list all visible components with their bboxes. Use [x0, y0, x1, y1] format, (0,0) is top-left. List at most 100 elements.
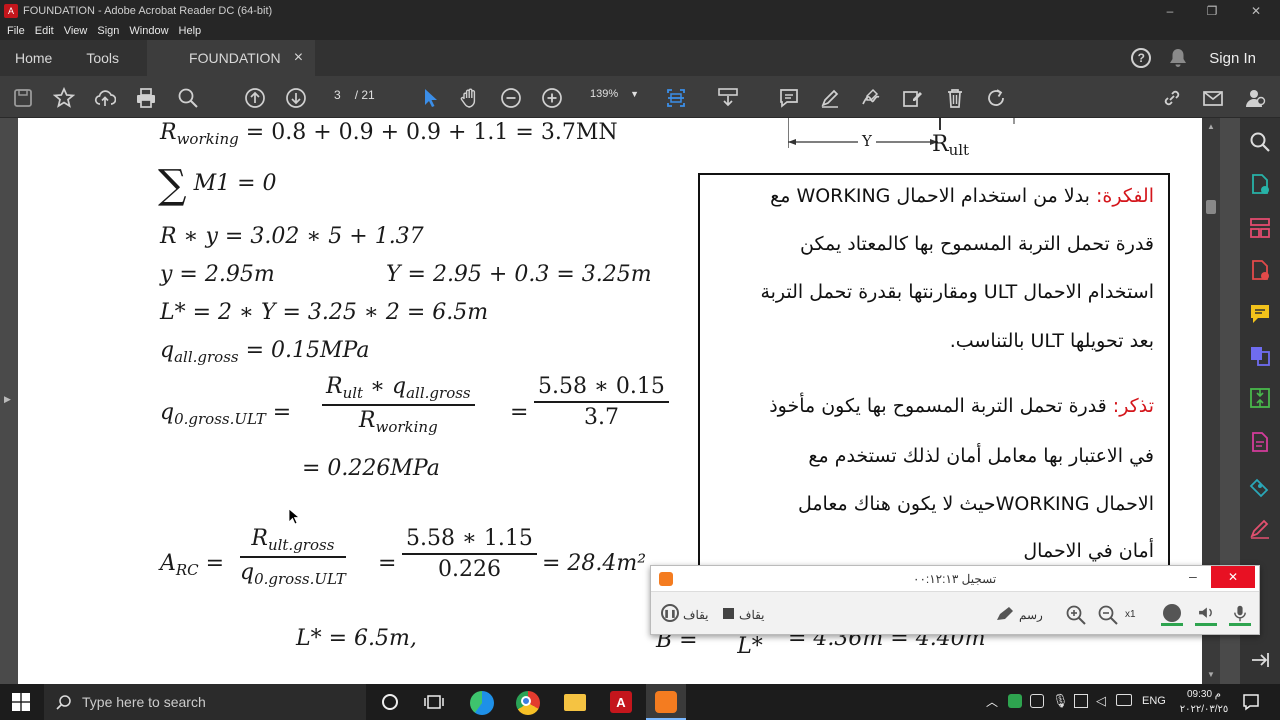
stamp-edit-icon[interactable]: [900, 86, 924, 110]
tray-network-icon[interactable]: [1030, 694, 1044, 708]
edit-pdf-icon[interactable]: [1248, 430, 1272, 454]
minimize-button[interactable]: –: [1150, 0, 1190, 22]
signature-pen-icon[interactable]: [1248, 516, 1272, 540]
scroll-down-icon[interactable]: ▼: [1207, 670, 1215, 679]
comment-icon[interactable]: [777, 86, 801, 110]
menu-view[interactable]: View: [64, 25, 88, 37]
eq7-denominator: Rworking: [322, 406, 475, 436]
microphone-icon[interactable]: [1229, 604, 1251, 626]
menu-edit[interactable]: Edit: [35, 25, 54, 37]
recorder-zoom-out-icon[interactable]: [1097, 604, 1119, 626]
scroll-up-icon[interactable]: ▲: [1207, 122, 1215, 131]
chrome-browser-icon[interactable]: [516, 691, 540, 715]
tray-mic-icon[interactable]: 🎙: [1052, 693, 1069, 709]
search-icon[interactable]: [176, 86, 200, 110]
edge-browser-icon[interactable]: [470, 691, 494, 715]
menu-window[interactable]: Window: [129, 25, 168, 37]
note-box: الفكرة: بدلا من استخدام الاحمال WORKING …: [698, 173, 1170, 593]
speaker-icon[interactable]: [1195, 604, 1217, 626]
stop-icon[interactable]: [723, 608, 734, 619]
tab-tools[interactable]: Tools: [67, 40, 147, 76]
eq9-lhs: A: [160, 551, 176, 576]
tray-chevron-up-icon[interactable]: ︿: [986, 693, 998, 710]
screen-recorder-widget[interactable]: تسجيل ٠٠:١٢:١٣ – ✕ ❚❚ يقاف يقاف رسم x1: [650, 565, 1260, 635]
tab-home[interactable]: Home: [0, 40, 67, 76]
organize-pages-icon[interactable]: [1248, 216, 1272, 240]
cortana-icon[interactable]: [382, 694, 398, 710]
menu-sign[interactable]: Sign: [97, 25, 119, 37]
bell-icon[interactable]: [1169, 48, 1187, 68]
print-icon[interactable]: [134, 86, 158, 110]
restore-button[interactable]: ❐: [1192, 0, 1232, 22]
file-explorer-icon[interactable]: [564, 694, 586, 711]
eq11-denominator: L*: [737, 634, 763, 659]
taskbar-clock[interactable]: 09:30 م ٢٠٢٢/٠٣/٢٥: [1176, 687, 1232, 717]
save-icon[interactable]: [11, 86, 35, 110]
recorder-taskbar-button[interactable]: [646, 684, 686, 720]
fill-sign-icon[interactable]: [1248, 474, 1272, 498]
zoom-in-icon[interactable]: [540, 86, 564, 110]
zoom-level-dropdown[interactable]: 139% ▼: [590, 88, 639, 100]
help-icon[interactable]: ?: [1131, 48, 1152, 68]
eq6-lhs: q: [160, 338, 175, 363]
share-user-icon[interactable]: [1243, 86, 1267, 110]
notification-center-icon[interactable]: [1242, 693, 1260, 711]
upload-cloud-icon[interactable]: [93, 86, 117, 110]
note-line-1-text: بدلا من استخدام الاحمال WORKING مع: [770, 185, 1090, 207]
tray-display-icon[interactable]: [1074, 694, 1088, 708]
bookmark-star-icon[interactable]: [52, 86, 76, 110]
zoom-search-icon[interactable]: [1248, 130, 1272, 154]
fit-page-icon[interactable]: [664, 86, 688, 110]
tray-battery-icon[interactable]: [1116, 694, 1132, 706]
recorder-zoom-in-icon[interactable]: [1065, 604, 1087, 626]
webcam-toggle[interactable]: [1161, 604, 1183, 626]
zoom-out-icon[interactable]: [499, 86, 523, 110]
tab-foundation[interactable]: FOUNDATION ×: [147, 40, 316, 76]
select-cursor-icon[interactable]: [418, 86, 442, 110]
windows-start-icon[interactable]: [12, 693, 30, 711]
tray-speaker-icon[interactable]: ◁: [1096, 693, 1106, 709]
export-pdf-icon[interactable]: [1248, 172, 1272, 196]
language-indicator[interactable]: ENG: [1142, 695, 1166, 707]
tray-app-icon[interactable]: [1008, 694, 1022, 708]
recorder-speed[interactable]: x1: [1125, 609, 1136, 620]
recorder-draw-label[interactable]: رسم: [1019, 608, 1043, 622]
eq-q0-lhs: q0.gross.ULT =: [160, 400, 292, 428]
redo-icon[interactable]: [984, 86, 1008, 110]
eq-y-small: y = 2.95m: [160, 262, 275, 287]
hand-pan-icon[interactable]: [458, 86, 482, 110]
task-view-icon[interactable]: [424, 693, 444, 711]
page-current-input[interactable]: 3: [334, 88, 341, 102]
page-up-icon[interactable]: [243, 86, 267, 110]
eq7-num-values: 5.58 ∗ 0.15: [534, 374, 669, 403]
compress-pdf-icon[interactable]: [1248, 386, 1272, 410]
combine-files-icon[interactable]: [1248, 344, 1272, 368]
recorder-minimize-button[interactable]: –: [1189, 568, 1197, 584]
acrobat-taskbar-icon[interactable]: A: [610, 691, 632, 713]
delete-trash-icon[interactable]: [943, 86, 967, 110]
page-down-icon[interactable]: [284, 86, 308, 110]
email-icon[interactable]: [1201, 86, 1225, 110]
sign-in-button[interactable]: Sign In: [1209, 50, 1256, 67]
pen-draw-icon[interactable]: [995, 606, 1017, 622]
menu-file[interactable]: File: [7, 25, 25, 37]
draw-signature-icon[interactable]: [859, 86, 883, 110]
comment-tool-icon[interactable]: [1248, 302, 1272, 326]
expand-panel-icon[interactable]: [1248, 648, 1272, 672]
taskbar-search-box[interactable]: Type here to search: [44, 684, 366, 720]
note-line-3: استخدام الاحمال ULT ومقارنتها بقدرة تحمل…: [760, 281, 1154, 303]
left-panel-toggle-icon[interactable]: ▶: [4, 394, 11, 405]
menu-help[interactable]: Help: [179, 25, 202, 37]
tab-close-icon[interactable]: ×: [294, 49, 303, 67]
close-window-button[interactable]: ✕: [1236, 0, 1276, 22]
tab-bar: Home Tools FOUNDATION × ? Sign In: [0, 40, 1280, 76]
pause-icon[interactable]: ❚❚: [661, 604, 679, 622]
highlight-pen-icon[interactable]: [818, 86, 842, 110]
scroll-mode-icon[interactable]: [716, 86, 740, 110]
scrollbar-thumb[interactable]: [1206, 200, 1216, 214]
recorder-stop-label[interactable]: يقاف: [739, 608, 765, 622]
recorder-pause-label[interactable]: يقاف: [683, 608, 709, 622]
create-pdf-icon[interactable]: [1248, 258, 1272, 282]
link-icon[interactable]: [1160, 86, 1184, 110]
recorder-close-button[interactable]: ✕: [1211, 566, 1255, 588]
